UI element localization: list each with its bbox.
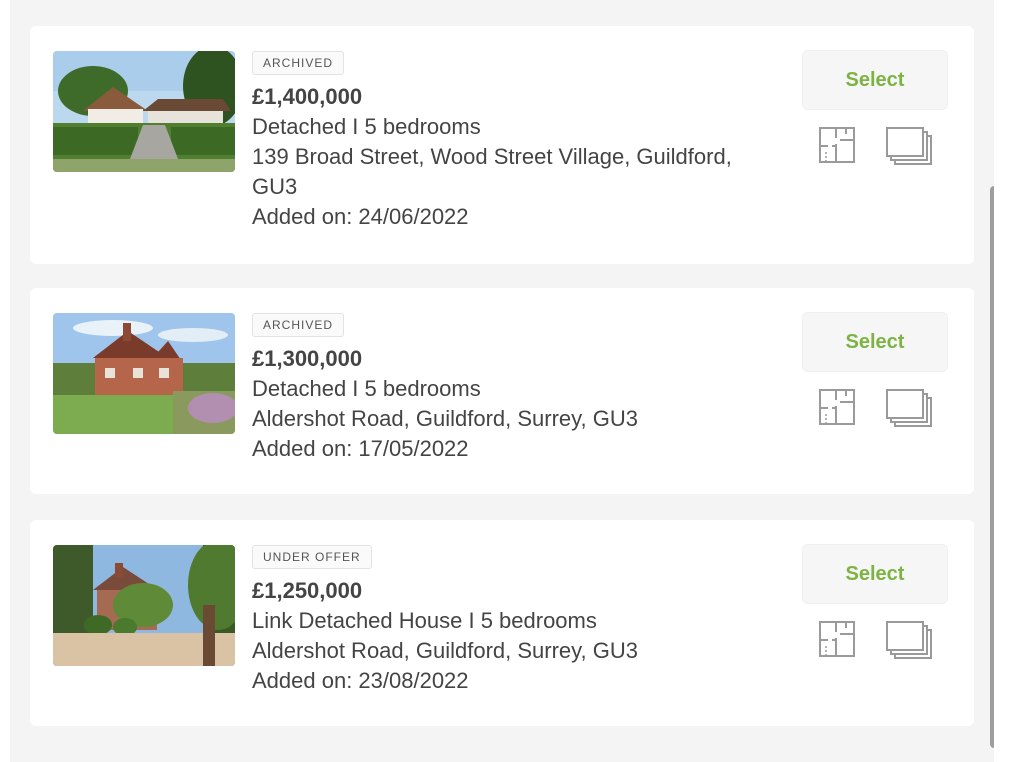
property-photo[interactable] [53, 313, 235, 434]
floorplan-icon[interactable] [818, 126, 856, 164]
property-info: UNDER OFFER £1,250,000 Link Detached Hou… [252, 545, 792, 696]
status-badge: ARCHIVED [252, 51, 345, 75]
property-type: Link Detached House I 5 bedrooms [252, 608, 597, 633]
property-address: Aldershot Road, Guildford, Surrey, GU3 [252, 638, 638, 663]
property-price: £1,300,000 [252, 346, 363, 371]
property-price: £1,400,000 [252, 84, 363, 109]
property-address: 139 Broad Street, Wood Street Village, G… [252, 144, 732, 169]
property-address: Aldershot Road, Guildford, Surrey, GU3 [252, 406, 638, 431]
floorplan-icon[interactable] [818, 388, 856, 426]
status-badge: UNDER OFFER [252, 545, 372, 569]
floorplan-icon[interactable] [818, 620, 856, 658]
property-card[interactable]: UNDER OFFER £1,250,000 Link Detached Hou… [30, 520, 974, 726]
added-date: Added on: 24/06/2022 [252, 204, 469, 229]
gallery-icon[interactable] [885, 620, 933, 660]
select-button[interactable]: Select [802, 50, 948, 110]
gallery-icon[interactable] [885, 388, 933, 428]
property-type: Detached I 5 bedrooms [252, 114, 481, 139]
property-card[interactable]: ARCHIVED £1,300,000 Detached I 5 bedroom… [30, 288, 974, 494]
property-price: £1,250,000 [252, 578, 363, 603]
listings-panel: ARCHIVED £1,400,000 Detached I 5 bedroom… [10, 0, 994, 762]
select-button[interactable]: Select [802, 312, 948, 372]
added-date: Added on: 17/05/2022 [252, 436, 469, 461]
status-badge: ARCHIVED [252, 313, 345, 337]
property-photo[interactable] [53, 545, 235, 666]
gallery-icon[interactable] [885, 126, 933, 166]
property-info: ARCHIVED £1,400,000 Detached I 5 bedroom… [252, 51, 792, 232]
scrollbar-thumb[interactable] [990, 186, 994, 748]
property-address-cont: GU3 [252, 174, 298, 199]
added-date: Added on: 23/08/2022 [252, 668, 469, 693]
select-button[interactable]: Select [802, 544, 948, 604]
property-card[interactable]: ARCHIVED £1,400,000 Detached I 5 bedroom… [30, 26, 974, 264]
property-info: ARCHIVED £1,300,000 Detached I 5 bedroom… [252, 313, 792, 464]
property-photo[interactable] [53, 51, 235, 172]
property-type: Detached I 5 bedrooms [252, 376, 481, 401]
